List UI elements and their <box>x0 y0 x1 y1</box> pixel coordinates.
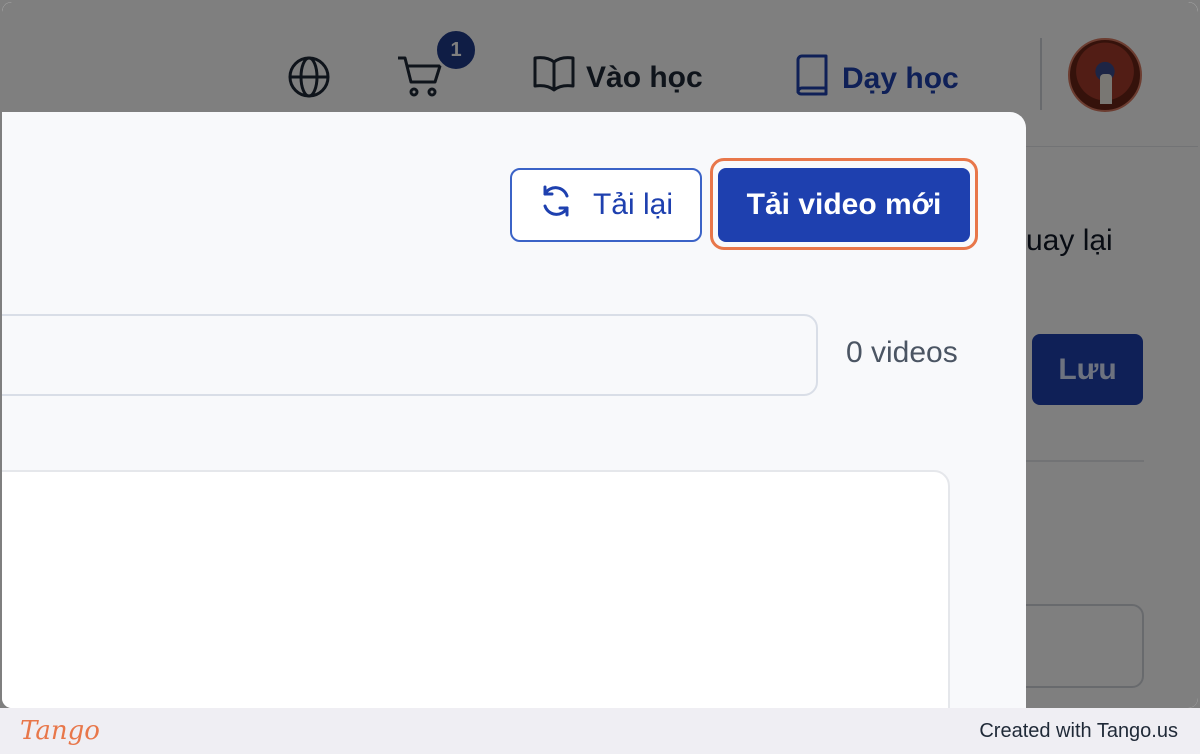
video-list-panel <box>2 470 950 708</box>
refresh-icon <box>539 184 573 226</box>
video-count-label: 0 videos <box>846 336 958 369</box>
tango-footer: Tango Created with Tango.us <box>0 708 1200 754</box>
reload-button[interactable]: Tải lại <box>510 168 702 242</box>
tango-logo: Tango <box>20 716 100 746</box>
upload-new-video-button[interactable]: Tải video mới <box>718 168 970 242</box>
video-search-input[interactable] <box>2 314 818 396</box>
app-frame: 1 Vào học Dạy học uay lại Lưu <box>2 2 1198 708</box>
reload-label: Tải lại <box>592 188 674 221</box>
video-library-modal: Tải lại Tải video mới 0 videos <box>2 112 1026 708</box>
footer-credit: Created with Tango.us <box>979 719 1178 742</box>
